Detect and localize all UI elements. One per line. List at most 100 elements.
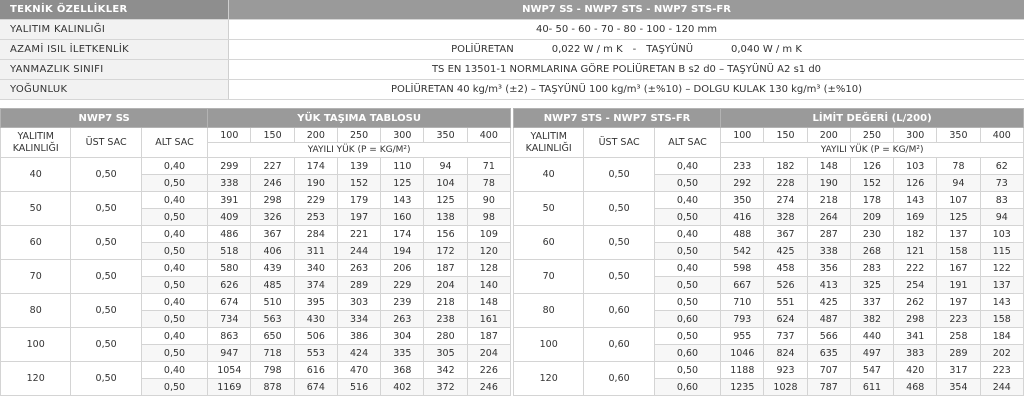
load-value-cell: 143 [979, 293, 1024, 311]
load-value-cell: 197 [936, 293, 981, 311]
top-sheet-cell: 0,50 [583, 157, 655, 192]
load-value-cell: 374 [293, 276, 338, 294]
table-row: 50 0,50 0,40 391 298 229 179 143 125 90 [0, 191, 512, 226]
load-unit-label: YAYILI YÜK (P = KG/M²) [720, 142, 1024, 158]
span-header: 250 [849, 127, 895, 143]
span-header: 250 [336, 127, 382, 143]
load-value-cell: 204 [423, 276, 468, 294]
load-value-cell: 440 [849, 327, 895, 345]
thickness-cell: 100 [512, 327, 585, 362]
load-value-cell: 139 [336, 157, 382, 175]
load-value-cell: 1054 [207, 361, 252, 379]
bottom-sheet-cell: 0,50 [140, 208, 209, 226]
load-value-cell: 126 [893, 174, 938, 192]
load-value-cell: 90 [466, 191, 512, 209]
load-value-cell: 947 [207, 344, 252, 362]
bottom-sheet-cell: 0,50 [653, 293, 722, 311]
load-value-cell: 468 [893, 378, 938, 396]
span-header: 150 [763, 127, 808, 143]
load-value-cell: 169 [893, 208, 938, 226]
load-value-cell: 311 [293, 242, 338, 260]
table-title: NWP7 STS - NWP7 STS-FR [512, 108, 722, 128]
span-header: 300 [893, 127, 938, 143]
col-insulation-thickness: YALITIM KALINLIĞI [0, 127, 72, 158]
span-header: 100 [207, 127, 252, 143]
thickness-cell: 40 [0, 157, 72, 192]
bottom-sheet-cell: 0,50 [140, 378, 209, 396]
load-value-cell: 325 [849, 276, 895, 294]
load-value-cell: 734 [207, 310, 252, 328]
load-value-cell: 187 [466, 327, 512, 345]
spec-label: YANMAZLIK SINIFI [0, 59, 229, 80]
bottom-sheet-cell: 0,50 [653, 327, 722, 345]
span-header: 350 [423, 127, 468, 143]
load-value-cell: 158 [979, 310, 1024, 328]
span-header: 200 [293, 127, 338, 143]
load-value-cell: 194 [380, 242, 425, 260]
load-value-cell: 227 [250, 157, 295, 175]
load-value-cell: 140 [466, 276, 512, 294]
load-value-cell: 439 [250, 259, 295, 277]
load-value-cell: 218 [423, 293, 468, 311]
load-value-cell: 179 [336, 191, 382, 209]
top-sheet-cell: 0,50 [70, 191, 142, 226]
load-value-cell: 109 [466, 225, 512, 243]
load-value-cell: 254 [893, 276, 938, 294]
load-value-cell: 128 [466, 259, 512, 277]
load-value-cell: 334 [336, 310, 382, 328]
load-value-cell: 737 [763, 327, 808, 345]
spec-label: YALITIM KALINLIĞI [0, 19, 229, 40]
spec-row-fire-class: YANMAZLIK SINIFI TS EN 13501-1 NORMLARIN… [0, 59, 1024, 80]
load-value-cell: 174 [293, 157, 338, 175]
load-value-cell: 368 [380, 361, 425, 379]
load-value-cell: 115 [979, 242, 1024, 260]
bottom-sheet-cell: 0,40 [653, 259, 722, 277]
top-sheet-cell: 0,50 [70, 293, 142, 328]
bottom-sheet-cell: 0,40 [653, 157, 722, 175]
load-value-cell: 125 [380, 174, 425, 192]
bottom-sheet-cell: 0,40 [653, 225, 722, 243]
load-value-cell: 197 [336, 208, 382, 226]
load-value-cell: 190 [806, 174, 851, 192]
spec-label: YOĞUNLUK [0, 79, 229, 100]
top-sheet-cell: 0,50 [583, 225, 655, 260]
load-value-cell: 372 [423, 378, 468, 396]
load-value-cell: 406 [250, 242, 295, 260]
load-value-cell: 674 [207, 293, 252, 311]
load-value-cell: 287 [806, 225, 851, 243]
load-value-cell: 923 [763, 361, 808, 379]
thickness-cell: 40 [512, 157, 585, 192]
separator: - [632, 44, 637, 55]
load-value-cell: 110 [380, 157, 425, 175]
load-value-cell: 598 [720, 259, 765, 277]
load-value-cell: 71 [466, 157, 512, 175]
load-value-cell: 223 [936, 310, 981, 328]
load-value-cell: 824 [763, 344, 808, 362]
load-value-cell: 187 [423, 259, 468, 277]
load-value-cell: 470 [336, 361, 382, 379]
load-value-cell: 244 [979, 378, 1024, 396]
load-value-cell: 409 [207, 208, 252, 226]
load-value-cell: 83 [979, 191, 1024, 209]
spec-row-conductivity: AZAMİ ISIL İLETKENLİK POLİÜRETAN 0,022 W … [0, 39, 1024, 60]
load-value-cell: 650 [250, 327, 295, 345]
table-row: 70 0,50 0,40 580 439 340 263 206 187 128 [0, 259, 512, 294]
bottom-sheet-cell: 0,50 [653, 242, 722, 260]
load-value-cell: 425 [806, 293, 851, 311]
spec-value: POLİÜRETAN 40 kg/m³ (±2) – TAŞYÜNÜ 100 k… [228, 79, 1024, 100]
top-sheet-cell: 0,60 [583, 327, 655, 362]
specs-header-label: TEKNİK ÖZELLİKLER [0, 0, 229, 20]
load-value-cell: 120 [466, 242, 512, 260]
top-sheet-cell: 0,50 [70, 157, 142, 192]
load-value-cell: 221 [336, 225, 382, 243]
load-value-cell: 98 [466, 208, 512, 226]
load-value-cell: 486 [207, 225, 252, 243]
load-table-nwp7-ss: NWP7 SS YÜK TAŞIMA TABLOSU YALITIM KALINLI… [0, 108, 512, 396]
bottom-sheet-cell: 0,60 [653, 310, 722, 328]
poly-label: POLİÜRETAN [451, 44, 514, 55]
specs-header-row: TEKNİK ÖZELLİKLER NWP7 SS - NWP7 STS - N… [0, 0, 1024, 20]
bottom-sheet-cell: 0,50 [653, 174, 722, 192]
thickness-cell: 50 [512, 191, 585, 226]
bottom-sheet-cell: 0,40 [653, 191, 722, 209]
page: TEKNİK ÖZELLİKLER NWP7 SS - NWP7 STS - N… [0, 0, 1024, 402]
